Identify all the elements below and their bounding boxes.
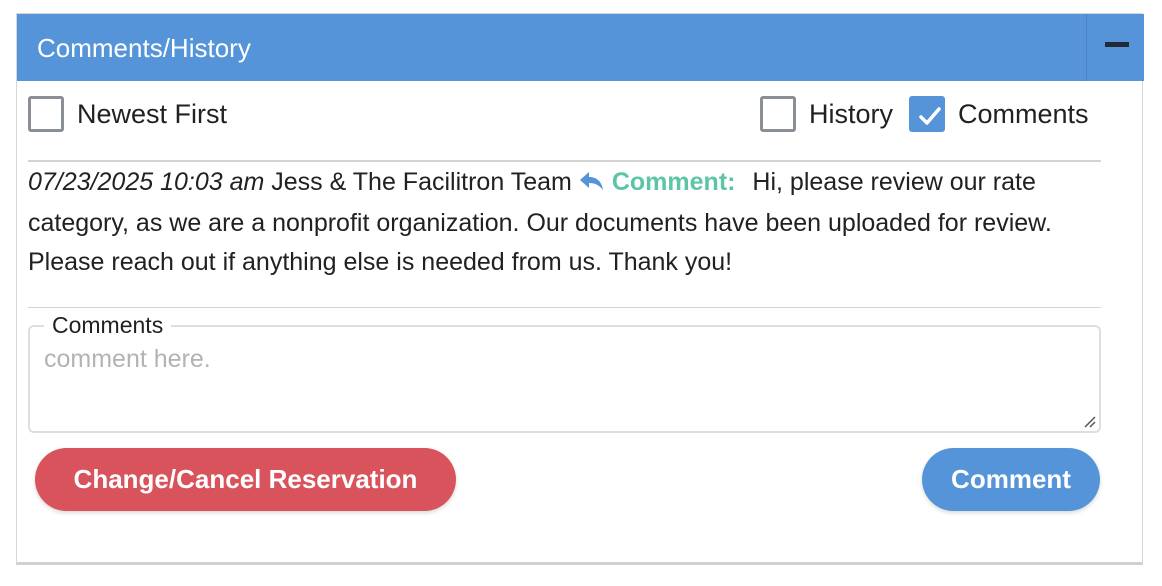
collapse-button[interactable]	[1086, 14, 1144, 81]
change-cancel-reservation-button[interactable]: Change/Cancel Reservation	[35, 448, 456, 511]
minus-icon	[1105, 42, 1129, 47]
reply-icon	[578, 165, 606, 204]
entry-author: Jess & The Facilitron Team	[271, 168, 572, 196]
history-checkbox[interactable]	[760, 96, 796, 132]
comment-button[interactable]: Comment	[922, 448, 1100, 511]
entry-type-tag: Comment:	[611, 168, 736, 196]
filter-options: Newest First History Comments	[28, 95, 1101, 135]
panel-header: Comments/History	[17, 14, 1144, 81]
comments-label[interactable]: Comments	[958, 96, 1089, 132]
history-entry: 07/23/2025 10:03 am Jess & The Facilitro…	[28, 163, 1101, 282]
entry-timestamp: 07/23/2025 10:03 am	[28, 168, 265, 196]
newest-first-checkbox[interactable]	[28, 96, 64, 132]
comment-textarea[interactable]	[44, 345, 1084, 425]
history-label[interactable]: History	[809, 96, 893, 132]
resize-grip-icon[interactable]	[1081, 413, 1097, 429]
divider	[28, 307, 1101, 308]
newest-first-label[interactable]: Newest First	[77, 96, 227, 132]
panel-title: Comments/History	[37, 33, 251, 63]
comments-checkbox[interactable]	[909, 96, 945, 132]
comment-fieldset-legend: Comments	[44, 311, 172, 339]
divider	[28, 160, 1101, 162]
checkmark-icon	[919, 107, 941, 125]
comment-fieldset	[28, 325, 1101, 433]
